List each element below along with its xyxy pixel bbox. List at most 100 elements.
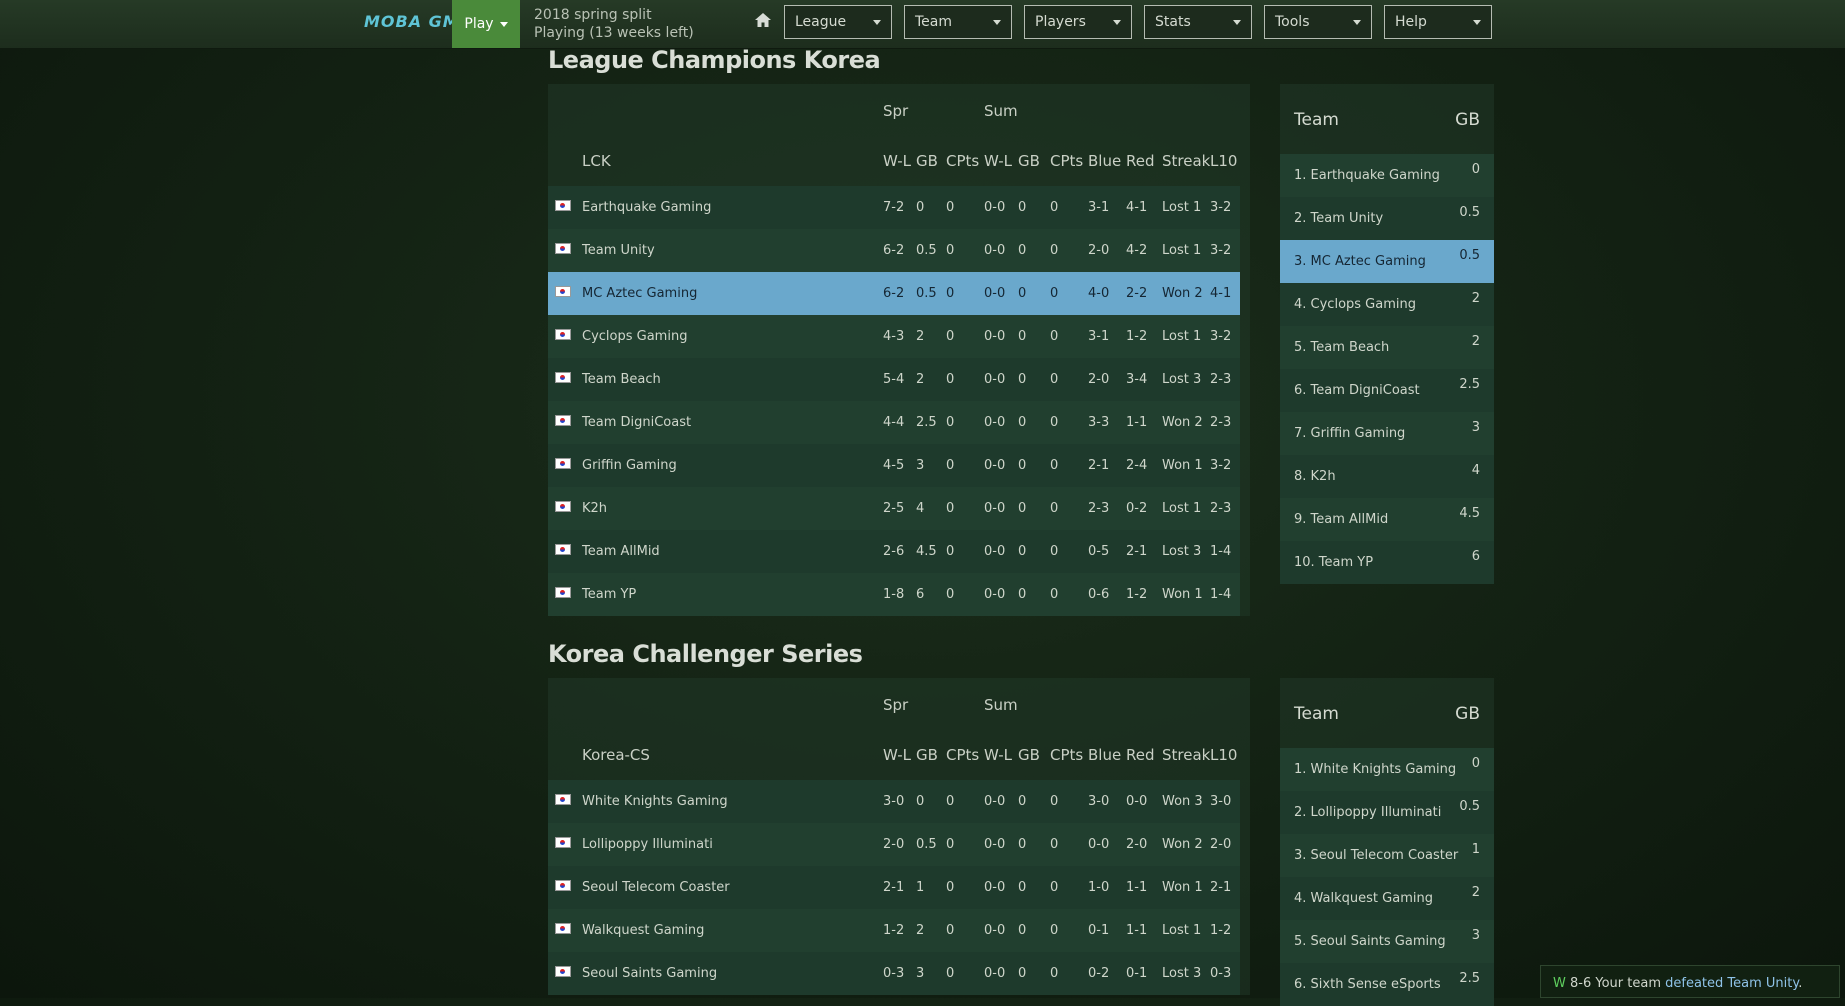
team-name-link[interactable]: Team DigniCoast: [582, 415, 691, 430]
team-name-link[interactable]: 2. Lollipoppy Illuminati: [1294, 805, 1441, 820]
team-name-link[interactable]: 9. Team AllMid: [1294, 512, 1388, 527]
team-name-link[interactable]: 8. K2h: [1294, 469, 1336, 484]
header-cpts2[interactable]: CPts: [1050, 152, 1083, 170]
header-league-code[interactable]: LCK: [582, 152, 611, 170]
stat-cell: 0: [946, 243, 955, 258]
games-behind: 0.5: [1459, 799, 1480, 814]
team-name-link[interactable]: 1. White Knights Gaming: [1294, 762, 1456, 777]
team-name-link[interactable]: Cyclops Gaming: [582, 329, 687, 344]
header-cpts[interactable]: CPts: [946, 152, 979, 170]
team-name-link[interactable]: 3. MC Aztec Gaming: [1294, 254, 1426, 269]
header-red[interactable]: Red: [1126, 746, 1155, 764]
stat-cell: 0.5: [916, 243, 937, 258]
stat-cell: 0-0: [984, 501, 1006, 516]
chevron-down-icon: [1353, 19, 1361, 25]
stat-cell: 0: [1050, 544, 1059, 559]
stat-cell: 0: [916, 794, 925, 809]
logo[interactable]: MOBA GM: [364, 12, 460, 31]
header-l10[interactable]: L10: [1210, 746, 1237, 764]
team-name-link[interactable]: Seoul Saints Gaming: [582, 966, 717, 981]
stat-cell: 0: [1050, 200, 1059, 215]
stat-cell: 0: [946, 501, 955, 516]
nav-menu-help[interactable]: Help: [1384, 5, 1492, 39]
header-red[interactable]: Red: [1126, 152, 1155, 170]
header-gb2[interactable]: GB: [1018, 152, 1040, 170]
header-cpts[interactable]: CPts: [946, 746, 979, 764]
list-item: 2. Team Unity 0.5: [1280, 197, 1494, 240]
nav-menu-team[interactable]: Team: [904, 5, 1012, 39]
team-name-link[interactable]: 6. Team DigniCoast: [1294, 383, 1420, 398]
season-name: 2018 spring split: [534, 7, 652, 23]
header-l10[interactable]: L10: [1210, 152, 1237, 170]
team-name-link[interactable]: MC Aztec Gaming: [582, 286, 697, 301]
stat-cell: 0: [946, 372, 955, 387]
team-name-link[interactable]: 4. Walkquest Gaming: [1294, 891, 1433, 906]
team-name-link[interactable]: 2. Team Unity: [1294, 211, 1383, 226]
header-wl2[interactable]: W-L: [984, 152, 1012, 170]
team-name-link[interactable]: Team YP: [582, 587, 636, 602]
team-name-link[interactable]: 10. Team YP: [1294, 555, 1373, 570]
stat-cell: 2-1: [1088, 458, 1110, 473]
stat-cell: 3-0: [1088, 794, 1110, 809]
team-name-link[interactable]: 6. Sixth Sense eSports: [1294, 977, 1441, 992]
header-gb[interactable]: GB: [916, 152, 938, 170]
team-name-link[interactable]: Earthquake Gaming: [582, 200, 711, 215]
games-behind: 3: [1471, 928, 1480, 943]
team-name-link[interactable]: Lollipoppy Illuminati: [582, 837, 713, 852]
team-name-link[interactable]: K2h: [582, 501, 607, 516]
team-name-link[interactable]: Griffin Gaming: [582, 458, 677, 473]
team-name-link[interactable]: White Knights Gaming: [582, 794, 728, 809]
nav-menu-tools[interactable]: Tools: [1264, 5, 1372, 39]
header-gb[interactable]: GB: [916, 746, 938, 764]
korea-flag-icon: [555, 243, 571, 254]
nav-menu-stats[interactable]: Stats: [1144, 5, 1252, 39]
nav-menu-players[interactable]: Players: [1024, 5, 1132, 39]
korea-flag-icon: [555, 415, 571, 426]
stat-cell: Lost 3: [1162, 372, 1202, 387]
chevron-down-icon: [993, 19, 1001, 25]
stat-cell: 6-2: [883, 286, 905, 301]
header-wl2[interactable]: W-L: [984, 746, 1012, 764]
header-summer[interactable]: Sum: [984, 696, 1018, 714]
team-name-link[interactable]: 4. Cyclops Gaming: [1294, 297, 1416, 312]
stat-cell: 2: [916, 923, 925, 938]
team-name-link[interactable]: 5. Team Beach: [1294, 340, 1389, 355]
team-name-link[interactable]: 5. Seoul Saints Gaming: [1294, 934, 1446, 949]
list-item: 5. Team Beach 2: [1280, 326, 1494, 369]
header-cpts2[interactable]: CPts: [1050, 746, 1083, 764]
game-result-notification[interactable]: W 8-6 Your team defeated Team Unity.: [1540, 965, 1840, 998]
header-streak[interactable]: Streak: [1162, 746, 1210, 764]
home-icon[interactable]: [754, 11, 772, 29]
stat-cell: 0-2: [1126, 501, 1148, 516]
team-name-link[interactable]: Seoul Telecom Coaster: [582, 880, 730, 895]
stat-cell: 2-3: [1210, 372, 1232, 387]
header-streak[interactable]: Streak: [1162, 152, 1210, 170]
team-name-link[interactable]: Team AllMid: [582, 544, 660, 559]
header-wl[interactable]: W-L: [883, 746, 911, 764]
team-name-link[interactable]: 7. Griffin Gaming: [1294, 426, 1405, 441]
notification-text: Your team: [1595, 976, 1661, 991]
chevron-down-icon: [873, 19, 881, 25]
header-spring[interactable]: Spr: [883, 102, 908, 120]
team-name-link[interactable]: 1. Earthquake Gaming: [1294, 168, 1440, 183]
game-link[interactable]: defeated Team Unity: [1665, 976, 1798, 991]
nav-menu-league[interactable]: League: [784, 5, 892, 39]
korea-flag-icon: [555, 501, 571, 512]
games-behind: 4.5: [1459, 506, 1480, 521]
header-league-code[interactable]: Korea-CS: [582, 746, 650, 764]
header-spring[interactable]: Spr: [883, 696, 908, 714]
team-name-link[interactable]: 3. Seoul Telecom Coaster: [1294, 848, 1458, 863]
league-title: League Champions Korea: [548, 46, 881, 74]
header-blue[interactable]: Blue: [1088, 746, 1121, 764]
team-name-link[interactable]: Walkquest Gaming: [582, 923, 704, 938]
header-blue[interactable]: Blue: [1088, 152, 1121, 170]
header-summer[interactable]: Sum: [984, 102, 1018, 120]
stat-cell: 0-0: [984, 923, 1006, 938]
play-menu-button[interactable]: Play: [452, 0, 520, 48]
stat-cell: 0-0: [984, 329, 1006, 344]
team-name-link[interactable]: Team Beach: [582, 372, 661, 387]
header-wl[interactable]: W-L: [883, 152, 911, 170]
header-gb2[interactable]: GB: [1018, 746, 1040, 764]
team-name-link[interactable]: Team Unity: [582, 243, 655, 258]
stat-cell: Lost 3: [1162, 544, 1202, 559]
